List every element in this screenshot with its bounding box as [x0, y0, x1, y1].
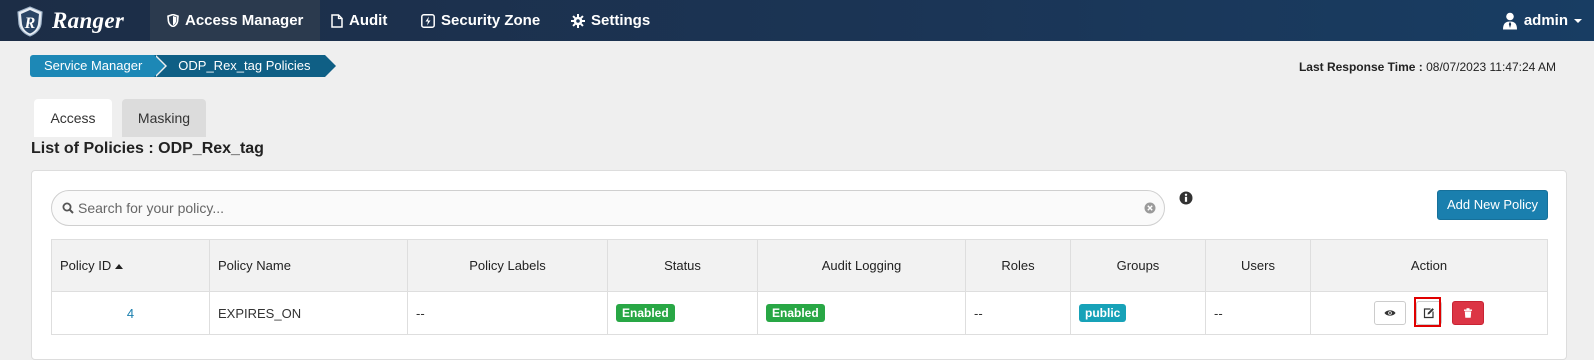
policies-table: Policy ID Policy Name Policy Labels Stat…	[51, 239, 1548, 335]
nav-access-manager[interactable]: Access Manager	[150, 0, 321, 41]
view-button[interactable]	[1374, 301, 1407, 325]
nav-settings-label: Settings	[591, 12, 651, 29]
nav-audit-label: Audit	[349, 12, 388, 29]
nav-audit[interactable]: Audit	[314, 0, 404, 41]
column-header-policy-labels: Policy Labels	[407, 239, 608, 292]
column-header-policy-id[interactable]: Policy ID	[51, 239, 210, 292]
column-header-policy-name: Policy Name	[209, 239, 408, 292]
user-icon	[1502, 12, 1517, 29]
page-title: List of Policies : ODP_Rex_tag	[31, 140, 264, 157]
cell-roles: --	[965, 291, 1071, 335]
policy-id-link[interactable]: 4	[127, 306, 134, 321]
add-new-policy-button[interactable]: Add New Policy	[1436, 190, 1548, 220]
search-icon	[62, 202, 74, 214]
search-box[interactable]	[51, 190, 1165, 226]
breadcrumb: Service Manager ODP_Rex_tag Policies	[30, 55, 336, 77]
column-header-audit-logging: Audit Logging	[757, 239, 966, 292]
clear-icon[interactable]	[1144, 202, 1156, 214]
cell-policy-name: EXPIRES_ON	[209, 291, 408, 335]
ranger-logo-icon: R	[17, 6, 43, 37]
last-response-value: 08/07/2023 11:47:24 AM	[1426, 60, 1556, 74]
status-badge: Enabled	[616, 304, 675, 322]
table-header-row: Policy ID Policy Name Policy Labels Stat…	[51, 239, 1548, 292]
breadcrumb-service-manager[interactable]: Service Manager	[30, 55, 168, 77]
chevron-down-icon	[1574, 18, 1582, 23]
column-header-status: Status	[607, 239, 758, 292]
user-name: admin	[1523, 12, 1568, 29]
column-label: Policy ID	[60, 258, 112, 273]
sort-asc-icon	[115, 264, 124, 270]
cell-status: Enabled	[607, 291, 758, 335]
gear-icon	[571, 13, 585, 28]
last-response-time: Last Response Time : 08/07/2023 11:47:24…	[1299, 60, 1556, 74]
group-badge: public	[1079, 304, 1127, 322]
tab-masking[interactable]: Masking	[122, 99, 206, 137]
last-response-label: Last Response Time :	[1298, 60, 1423, 74]
table-row: 4 EXPIRES_ON -- Enabled Enabled -- publi…	[51, 291, 1548, 335]
nav-security-zone-label: Security Zone	[441, 12, 541, 29]
column-header-action: Action	[1310, 239, 1548, 292]
nav-security-zone[interactable]: Security Zone	[404, 0, 557, 41]
delete-button[interactable]	[1451, 301, 1484, 325]
tab-access[interactable]: Access	[34, 99, 112, 137]
audit-badge: Enabled	[766, 304, 825, 322]
top-navbar: R Ranger Access Manager Audit Security Z…	[0, 0, 1594, 41]
nav-access-manager-label: Access Manager	[185, 12, 304, 29]
cell-policy-id: 4	[51, 291, 210, 335]
cell-groups: public	[1070, 291, 1206, 335]
search-input[interactable]	[78, 191, 1138, 225]
cell-policy-labels: --	[407, 291, 608, 335]
breadcrumb-current[interactable]: ODP_Rex_tag Policies	[154, 55, 336, 77]
edit-button-highlight	[1414, 297, 1441, 327]
eye-icon	[1384, 310, 1396, 316]
svg-text:R: R	[24, 15, 36, 32]
bolt-icon	[421, 13, 435, 28]
column-header-roles: Roles	[965, 239, 1071, 292]
shield-icon	[167, 14, 179, 27]
cell-audit-logging: Enabled	[757, 291, 966, 335]
nav-settings[interactable]: Settings	[554, 0, 667, 41]
cell-users: --	[1205, 291, 1311, 335]
policy-panel: Add New Policy Policy ID Policy Name Pol…	[31, 170, 1567, 360]
info-icon[interactable]	[1179, 191, 1193, 205]
brand[interactable]: R Ranger	[14, 3, 124, 39]
trash-icon	[1463, 308, 1472, 318]
user-menu[interactable]: admin	[1502, 0, 1582, 41]
brand-name: Ranger	[52, 8, 125, 33]
column-header-users: Users	[1205, 239, 1311, 292]
column-header-groups: Groups	[1070, 239, 1206, 292]
file-icon	[331, 13, 343, 28]
